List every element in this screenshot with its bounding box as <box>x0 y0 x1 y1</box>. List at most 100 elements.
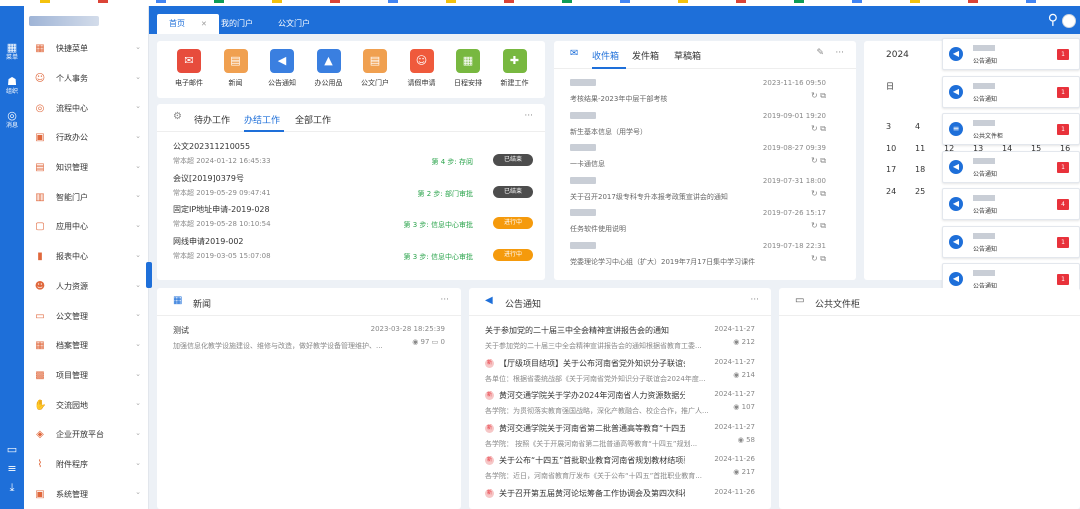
reply-icon[interactable]: ↻ <box>811 156 820 165</box>
sidebar-item[interactable]: ▮ 报表中心 ⌄ <box>24 242 149 272</box>
sidebar-item[interactable]: ☺ 个人事务 ⌄ <box>24 64 149 94</box>
notice-popup[interactable]: ◀ 公告通知 1 <box>942 75 1080 108</box>
mail-item[interactable]: 2019-07-31 18:00 关于召开2017级专科专升本报考政策宣讲会的通知… <box>570 176 842 209</box>
tab-inbox[interactable]: 收件箱 <box>592 49 619 62</box>
reply-icon[interactable]: ↻ <box>811 189 820 198</box>
news-item-summary: 加强信息化教学设施建设、维修与改造，做好教学设备管理维护、... <box>173 342 383 350</box>
mail-header: ✉ 收件箱 发件箱 草稿箱 ✎ ··· <box>554 41 856 69</box>
app-shortcut[interactable]: ▦ 日程安排 <box>450 49 486 88</box>
close-icon[interactable]: ✕ <box>201 20 207 28</box>
calendar-day[interactable]: 25 <box>915 187 925 196</box>
more-icon[interactable]: ··· <box>835 48 844 58</box>
tab-sent[interactable]: 发件箱 <box>632 49 659 62</box>
notice-popup[interactable]: ◀ 公告通知 4 <box>942 188 1080 220</box>
work-item[interactable]: 会议[2019]0379号 常本超 2019-05-29 09:47:41 第 2 … <box>173 173 533 204</box>
edit-icon[interactable]: ✎ <box>816 48 824 58</box>
open-icon[interactable]: ⧉ <box>820 221 826 230</box>
list-item[interactable]: 新黄河交通学院关于学办2024年河南省人力资源数据分析... 2024-11-27… <box>485 390 755 422</box>
mail-item[interactable]: 2019-09-01 19:20 新生基本信息（用学号） ↻ ⧉ <box>570 111 842 144</box>
work-item[interactable]: 公文202311210055 常本超 2024-01-12 16:45:33 第 4… <box>173 141 533 172</box>
mail-item[interactable]: 2023-11-16 09:50 考核结果-2023年中层干部考核 ↻ ⧉ <box>570 79 842 111</box>
search-icon[interactable]: ⚲ <box>1048 12 1058 28</box>
open-icon[interactable]: ⧉ <box>820 91 826 100</box>
tab-my-portal[interactable]: 我的门户 <box>209 14 265 34</box>
app-shortcut[interactable]: ◀ 公告通知 <box>264 49 300 88</box>
rail-list[interactable]: ≡ <box>0 463 24 475</box>
rail-message[interactable]: ◎ 消息 <box>0 110 24 130</box>
list-item[interactable]: 新关于召开第五届黄河论坛筹备工作协调会及第四次科研工... 2024-11-26 <box>485 488 755 509</box>
tab-drafts[interactable]: 草稿箱 <box>674 49 701 62</box>
calendar-day[interactable]: 10 <box>886 144 896 153</box>
rail-menu[interactable]: ▦ 菜单 <box>0 42 24 62</box>
work-item[interactable]: 网线申请2019-002 常本超 2019-03-05 15:07:08 第 3 步… <box>173 236 533 267</box>
sidebar-item[interactable]: ▢ 应用中心 ⌄ <box>24 212 149 242</box>
sidebar-item-label: 报表中心 <box>56 252 88 262</box>
reply-icon[interactable]: ↻ <box>811 124 820 133</box>
rail-org[interactable]: ☗ 组织 <box>0 76 24 96</box>
app-shortcut[interactable]: ▤ 公文门户 <box>357 49 393 88</box>
work-item[interactable]: 固定IP地址申请-2019-028 常本超 2019-05-28 10:10:54… <box>173 204 533 235</box>
mail-item[interactable]: 2019-07-18 22:31 党委理论学习中心组（扩大）2019年7月17日集… <box>570 241 842 274</box>
sidebar-item[interactable]: ✋ 交流园地 ⌄ <box>24 390 149 420</box>
open-icon[interactable]: ⧉ <box>820 156 826 165</box>
rail-download[interactable]: ⤓ <box>0 482 24 494</box>
tab-all-work[interactable]: 全部工作 <box>295 113 331 126</box>
mail-subject: 任务软件使用说明 <box>570 225 626 233</box>
open-icon[interactable]: ⧉ <box>820 189 826 198</box>
more-icon[interactable]: ··· <box>440 295 449 305</box>
app-shortcut[interactable]: ☺ 请假申请 <box>404 49 440 88</box>
sidebar: ▦ 快捷菜单 ⌄ ☺ 个人事务 ⌄ ◎ 流程中心 ⌄ ▣ 行政办公 ⌄ ▤ 知识管理 ⌄ ▥ 智能门户 ⌄ ▢ 应用中… <box>24 6 149 509</box>
strip-mark <box>330 0 340 3</box>
notice-popup[interactable]: ≡ 公共文件柜 1 <box>942 113 1080 145</box>
calendar-icon: ▦ <box>456 49 480 73</box>
avatar[interactable] <box>1062 14 1076 28</box>
calendar-day[interactable]: 11 <box>915 144 925 153</box>
more-icon[interactable]: ··· <box>750 295 759 305</box>
tab-todo-work[interactable]: 待办工作 <box>194 113 230 126</box>
sidebar-collapse-handle[interactable] <box>146 262 152 288</box>
mail-item[interactable]: 2019-08-27 09:39 一卡通信息 ↻ ⧉ <box>570 144 842 176</box>
open-icon[interactable]: ⧉ <box>820 254 826 263</box>
tab-doc-portal[interactable]: 公文门户 <box>266 14 322 34</box>
tab-finished-work[interactable]: 办结工作 <box>244 113 280 126</box>
calendar-day[interactable]: 17 <box>886 165 896 174</box>
sidebar-item[interactable]: ▦ 档案管理 ⌄ <box>24 331 149 361</box>
mail-item[interactable]: 2019-07-26 15:17 任务软件使用说明 ↻ ⧉ <box>570 209 842 241</box>
reply-icon[interactable]: ↻ <box>811 254 820 263</box>
open-icon[interactable]: ⧉ <box>820 124 826 133</box>
sidebar-item[interactable]: ▥ 智能门户 ⌄ <box>24 182 149 212</box>
sidebar-item[interactable]: ▩ 项目管理 ⌄ <box>24 361 149 391</box>
calendar-day[interactable]: 18 <box>915 165 925 174</box>
chevron-down-icon: ⌄ <box>135 132 141 141</box>
notice-popup[interactable]: ◀ 公告通知 1 <box>942 38 1080 70</box>
sidebar-item[interactable]: ☻ 人力资源 ⌄ <box>24 272 149 302</box>
reply-icon[interactable]: ↻ <box>811 91 820 100</box>
notice-popup[interactable]: ◀ 公告通知 1 <box>942 225 1080 258</box>
list-item[interactable]: 测试 2023-03-28 18:25:39 加强信息化教学设施建设、维修与改造… <box>173 325 445 357</box>
notice-popup[interactable]: ◀ 公告通知 1 <box>942 150 1080 183</box>
app-shortcut[interactable]: ▤ 新闻 <box>218 49 254 88</box>
reply-icon[interactable]: ↻ <box>811 221 820 230</box>
app-shortcut[interactable]: ✉ 电子邮件 <box>171 49 207 88</box>
calendar-day[interactable]: 3 <box>886 122 891 131</box>
list-item[interactable]: 新黄河交通学院关于河南省第二批普通高等教育“十四五”... 2024-11-27 各… <box>485 423 755 455</box>
sidebar-item[interactable]: ◈ 企业开放平台 ⌄ <box>24 420 149 450</box>
notice-label: 公告通知 <box>973 245 998 253</box>
app-shortcut[interactable]: ▲ 办公用品 <box>311 49 347 88</box>
sidebar-item[interactable]: ▣ 行政办公 ⌄ <box>24 123 149 153</box>
more-icon[interactable]: ··· <box>524 111 533 121</box>
list-item[interactable]: 新【厅级项目结项】关于公布河南省党外知识分子联谊会20... 2024-11-27… <box>485 358 755 390</box>
list-item[interactable]: 关于参加党的二十届三中全会精神宣讲报告会的通知 2024-11-27 关于参加党的二… <box>485 325 755 357</box>
sidebar-item[interactable]: ▦ 快捷菜单 ⌄ <box>24 34 149 64</box>
calendar-day[interactable]: 24 <box>886 187 896 196</box>
sidebar-item[interactable]: ⌇ 附件程序 ⌄ <box>24 450 149 480</box>
sidebar-item[interactable]: ◎ 流程中心 ⌄ <box>24 93 149 123</box>
announcement-item-summary: 各学院：近日，河南省教育厅发布《关于公布“十四五”首批职业教育... <box>485 472 702 480</box>
list-item[interactable]: 新关于公布“十四五”首批职业教育河南省规划教材结项验... 2024-11-26 各… <box>485 455 755 487</box>
sidebar-item[interactable]: ▣ 系统管理 ⌄ <box>24 479 149 509</box>
rail-monitor[interactable]: ▭ <box>0 444 24 456</box>
sidebar-item[interactable]: ▤ 知识管理 ⌄ <box>24 153 149 183</box>
app-shortcut[interactable]: ✚ 新建工作 <box>497 49 533 88</box>
calendar-day[interactable]: 4 <box>915 122 920 131</box>
sidebar-item[interactable]: ▭ 公文管理 ⌄ <box>24 301 149 331</box>
